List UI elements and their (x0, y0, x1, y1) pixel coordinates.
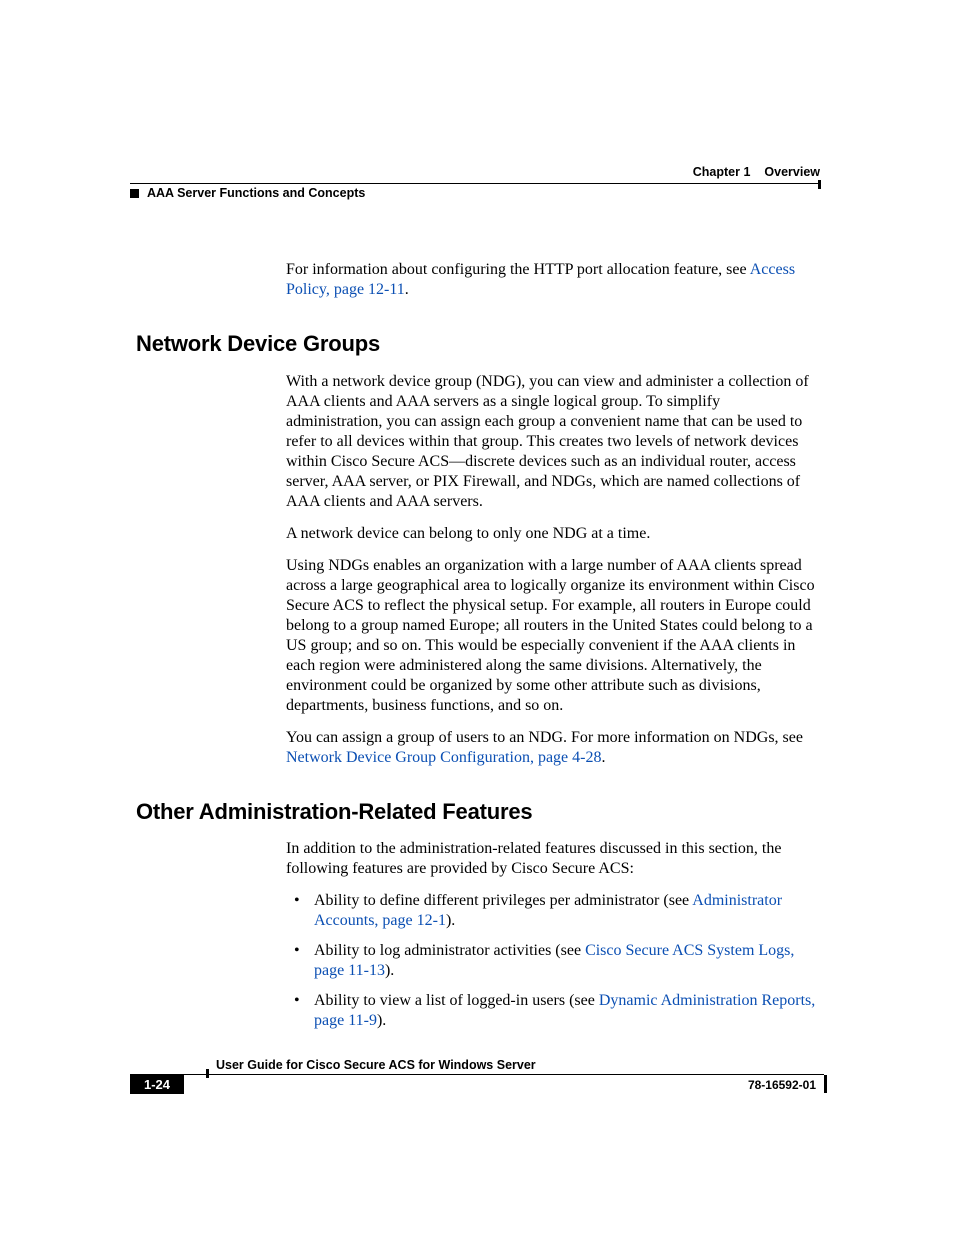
footer-doc-title: User Guide for Cisco Secure ACS for Wind… (130, 1058, 824, 1075)
list-item: Ability to log administrator activities … (286, 941, 820, 981)
page-footer: User Guide for Cisco Secure ACS for Wind… (130, 1058, 824, 1094)
section-marker-icon (130, 189, 139, 198)
ndg-config-link[interactable]: Network Device Group Configuration, page… (286, 749, 601, 766)
page-number-badge: 1-24 (130, 1075, 184, 1094)
intro-text-post: . (405, 281, 409, 298)
ndg-paragraph-2: A network device can belong to only one … (286, 524, 820, 544)
chapter-label: Chapter 1 (693, 165, 751, 179)
feature-list: Ability to define different privileges p… (286, 891, 820, 1031)
body-content: For information about configuring the HT… (286, 260, 820, 1031)
intro-text: For information about configuring the HT… (286, 261, 750, 278)
section-title-row: AAA Server Functions and Concepts (130, 186, 820, 200)
footer-bottom-row: 1-24 78-16592-01 (130, 1075, 824, 1094)
bullet-post: ). (377, 1012, 386, 1029)
heading-other-admin-features: Other Administration-Related Features (136, 798, 820, 826)
ndg-paragraph-1: With a network device group (NDG), you c… (286, 372, 820, 512)
intro-paragraph: For information about configuring the HT… (286, 260, 820, 300)
bullet-post: ). (446, 912, 455, 929)
other-paragraph-1: In addition to the administration-relate… (286, 839, 820, 879)
header-rule (130, 183, 820, 184)
bullet-pre: Ability to view a list of logged-in user… (314, 992, 599, 1009)
document-number: 78-16592-01 (748, 1078, 824, 1092)
running-header: Chapter 1 Overview (130, 165, 820, 179)
chapter-title: Overview (764, 165, 820, 179)
ndg-p4-pre: You can assign a group of users to an ND… (286, 729, 803, 746)
ndg-paragraph-4: You can assign a group of users to an ND… (286, 728, 820, 768)
bullet-pre: Ability to log administrator activities … (314, 942, 585, 959)
page-content: Chapter 1 Overview AAA Server Functions … (130, 165, 820, 1043)
list-item: Ability to define different privileges p… (286, 891, 820, 931)
section-title: AAA Server Functions and Concepts (147, 186, 365, 200)
ndg-paragraph-3: Using NDGs enables an organization with … (286, 556, 820, 716)
ndg-p4-post: . (601, 749, 605, 766)
list-item: Ability to view a list of logged-in user… (286, 991, 820, 1031)
bullet-post: ). (385, 962, 394, 979)
bullet-pre: Ability to define different privileges p… (314, 892, 692, 909)
heading-network-device-groups: Network Device Groups (136, 330, 820, 358)
